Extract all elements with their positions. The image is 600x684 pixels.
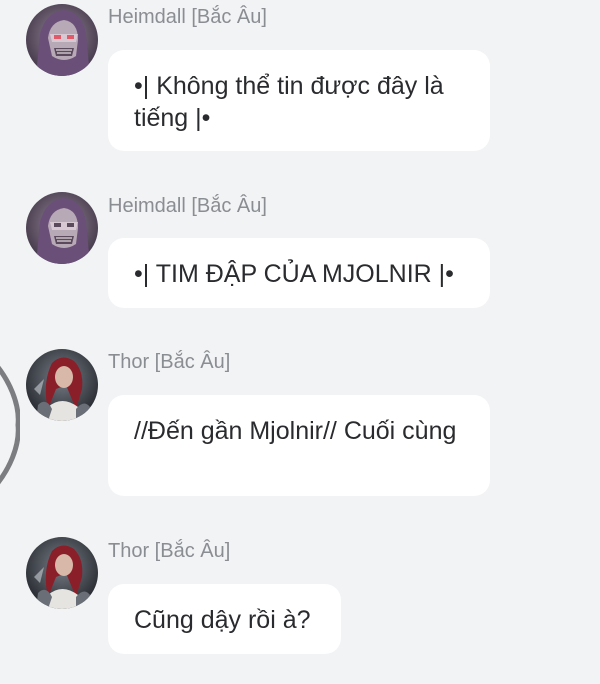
message-bubble[interactable]: Cũng dậy rồi à?	[108, 584, 341, 654]
sender-name: Heimdall [Bắc Âu]	[108, 6, 267, 28]
message-bubble[interactable]: •| TIM ĐẬP CỦA MJOLNIR |•	[108, 238, 490, 308]
thor-avatar[interactable]	[26, 537, 98, 609]
heimdall-avatar[interactable]	[26, 4, 98, 76]
message-bubble[interactable]: •| Không thể tin được đây là tiếng |•	[108, 50, 490, 151]
sender-name: Heimdall [Bắc Âu]	[108, 195, 267, 217]
scroll-edge-handle[interactable]	[0, 360, 20, 490]
thor-avatar[interactable]	[26, 349, 98, 421]
message-bubble[interactable]: //Đến gần Mjolnir// Cuối cùng	[108, 395, 490, 496]
sender-name: Thor [Bắc Âu]	[108, 540, 231, 562]
sender-name: Thor [Bắc Âu]	[108, 351, 231, 373]
chat-thread: Heimdall [Bắc Âu] •| Không thể tin được …	[0, 0, 600, 684]
heimdall-avatar[interactable]	[26, 192, 98, 264]
